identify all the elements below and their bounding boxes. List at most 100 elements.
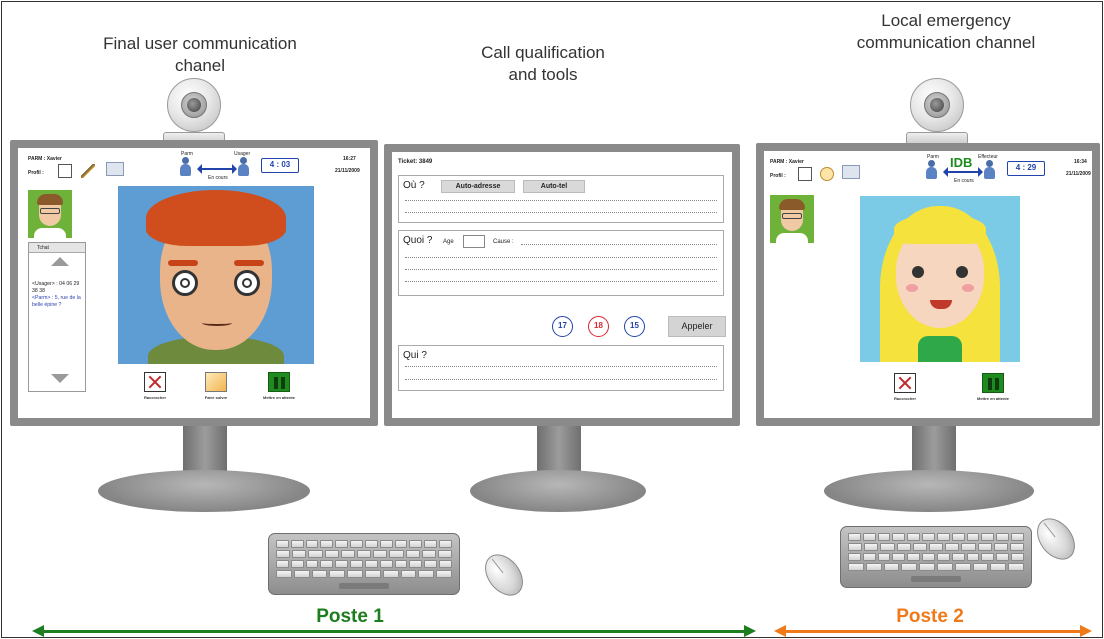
call-button-label: Appeler: [681, 321, 713, 331]
webcam-right-icon: [906, 78, 968, 150]
call-timer-right-value: 4 : 29: [1015, 163, 1037, 172]
keyboard-poste1-icon: [268, 533, 460, 595]
forward-call-button[interactable]: [205, 372, 227, 392]
what-line-1: [405, 257, 717, 258]
caption-call-qualification-text: Call qualification and tools: [481, 43, 605, 84]
hang-up-button[interactable]: [144, 372, 166, 392]
what-line-3: [405, 281, 717, 282]
caption-final-user-text: Final user communication chanel: [103, 34, 297, 75]
caption-call-qualification: Call qualification and tools: [468, 42, 618, 86]
what-line-2: [405, 269, 717, 270]
who-label: Qui ?: [403, 350, 427, 361]
poste2-label: Poste 2: [870, 606, 990, 628]
call-link-arrow-right: [943, 167, 983, 177]
age-label: Age: [443, 239, 454, 245]
poste1-label: Poste 1: [290, 606, 410, 628]
call-button[interactable]: Appeler: [668, 316, 726, 337]
window-stack-icon-right[interactable]: [842, 165, 860, 179]
caller-video: [118, 186, 314, 364]
monitor-middle: Ticket: 3849 Où ? Auto-adresse Auto-tel …: [384, 144, 740, 426]
chat-parm-message: <Parm> : 5, rue de la belle épine ?: [32, 295, 81, 308]
chat-panel: Tchat <Usager> : 04 06 29 38 38 <Parm> :…: [28, 242, 86, 392]
window-stack-icon[interactable]: [106, 162, 124, 176]
firefighters-18-button[interactable]: 18: [588, 316, 609, 337]
effecteur-person-icon: [984, 160, 995, 180]
poste2-label-text: Poste 2: [896, 606, 964, 627]
what-section: Quoi ? Age Cause :: [398, 230, 724, 296]
chat-user-message: <Usager> : 04 06 29 38 38: [32, 281, 80, 294]
chat-tab-label: Tchat: [37, 245, 49, 251]
hang-up-label: Raccrocher: [143, 395, 166, 400]
who-line-2: [405, 379, 717, 380]
auto-phone-label: Auto-tel: [540, 183, 568, 190]
clock-date: 21/11/2009: [335, 168, 360, 174]
call-timer-value: 4 : 03: [269, 160, 291, 169]
chat-messages: <Usager> : 04 06 29 38 38 <Parm> : 5, ru…: [32, 281, 84, 309]
auto-phone-button[interactable]: Auto-tel: [523, 180, 585, 193]
monitor-right: PARM : Xavier Profil : Parm IDB En cours…: [756, 143, 1100, 426]
cause-line: [521, 244, 717, 245]
poste1-label-text: Poste 1: [316, 606, 384, 627]
monitor-middle-base: [470, 470, 646, 512]
chat-scroll-down-icon[interactable]: [51, 374, 69, 383]
call-status-right: En cours: [954, 178, 974, 184]
clock-date-right: 21/11/2009: [1066, 171, 1091, 177]
where-label: Où ?: [403, 180, 425, 191]
profile-label: Profil :: [28, 170, 44, 176]
operator-avatar: [28, 190, 72, 238]
where-section: Où ? Auto-adresse Auto-tel: [398, 175, 724, 223]
hold-label: Mettre en attente: [262, 395, 295, 400]
call-status: En cours: [208, 175, 228, 181]
police-17-button[interactable]: 17: [552, 316, 573, 337]
who-section: Qui ?: [398, 345, 724, 391]
police-17-label: 17: [558, 321, 567, 330]
where-line-2: [405, 212, 717, 213]
monitor-left: PARM : Xavier Profil : Parm En cours Usa…: [10, 140, 378, 426]
parm-person-icon-right: [926, 160, 937, 180]
monitor-right-screen: PARM : Xavier Profil : Parm IDB En cours…: [764, 151, 1092, 418]
hold-button[interactable]: [268, 372, 290, 392]
chat-tab[interactable]: Tchat: [29, 243, 85, 253]
who-line-1: [405, 366, 717, 367]
where-line-1: [405, 200, 717, 201]
call-timer-right: 4 : 29: [1007, 161, 1045, 176]
operator-name: PARM : Xavier: [28, 156, 62, 162]
auto-address-button[interactable]: Auto-adresse: [441, 180, 515, 193]
monitor-right-base: [824, 470, 1034, 512]
forward-call-label: Faire suivre: [204, 395, 228, 400]
operator-name-right: PARM : Xavier: [770, 159, 804, 165]
age-input[interactable]: [463, 235, 485, 248]
call-timer: 4 : 03: [261, 158, 299, 173]
firefighters-18-label: 18: [594, 321, 603, 330]
call-link-arrow: [197, 164, 237, 174]
parm-person-icon: [180, 157, 191, 177]
samu-15-label: 15: [630, 321, 639, 330]
profile-label-right: Profil :: [770, 173, 786, 179]
hold-button-right[interactable]: [982, 373, 1004, 393]
notebook-icon[interactable]: [58, 164, 72, 178]
caption-final-user: Final user communication chanel: [100, 33, 300, 77]
auto-address-label: Auto-adresse: [455, 183, 501, 190]
samu-15-button[interactable]: 15: [624, 316, 645, 337]
hang-up-button-right[interactable]: [894, 373, 916, 393]
usager-person-icon: [238, 157, 249, 177]
monitor-middle-screen: Ticket: 3849 Où ? Auto-adresse Auto-tel …: [392, 152, 732, 418]
clock-icon-right[interactable]: [820, 167, 834, 181]
caption-local-emergency-text: Local emergency communication channel: [856, 11, 1036, 52]
caption-local-emergency: Local emergency communication channel: [826, 10, 1066, 54]
ticket-number: Ticket: 3849: [398, 159, 433, 165]
hang-up-label-right: Raccrocher: [893, 396, 916, 401]
keyboard-poste2-icon: [840, 526, 1032, 588]
poste2-span-arrow: [774, 625, 1092, 637]
notebook-icon-right[interactable]: [798, 167, 812, 181]
clock-time: 16:27: [343, 156, 356, 162]
responder-video: [860, 196, 1020, 362]
monitor-left-base: [98, 470, 310, 512]
cause-label: Cause :: [493, 239, 514, 245]
chat-scroll-up-icon[interactable]: [51, 257, 69, 266]
pencil-icon[interactable]: [81, 164, 95, 178]
hold-label-right: Mettre en attente: [976, 396, 1009, 401]
monitor-left-screen: PARM : Xavier Profil : Parm En cours Usa…: [18, 148, 370, 418]
operator-avatar-right: [770, 195, 814, 243]
poste1-span-arrow: [32, 625, 756, 637]
